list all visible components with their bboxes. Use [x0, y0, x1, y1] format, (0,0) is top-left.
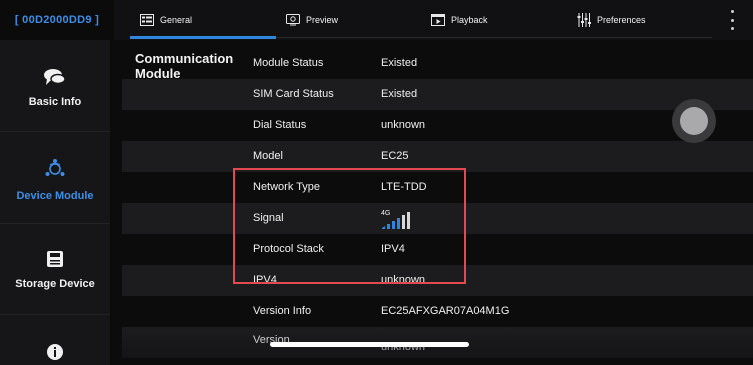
sidebar-item-info[interactable] [0, 343, 110, 361]
tab-playback[interactable]: Playback [431, 0, 488, 40]
row-label: Version Info [253, 305, 312, 317]
sidebar-item-basic-info[interactable]: Basic Info [0, 68, 110, 108]
table-row: Version Info EC25AFXGAR07A04M1G [122, 296, 753, 327]
active-tab-indicator [130, 36, 276, 39]
more-options-icon[interactable] [727, 10, 737, 30]
tab-preview[interactable]: Preview [286, 0, 338, 40]
tab-preferences[interactable]: Preferences [577, 0, 646, 40]
assistive-touch-button[interactable] [672, 99, 716, 143]
row-label: Module Status [253, 57, 324, 69]
tab-general[interactable]: General [140, 0, 192, 40]
row-value: unknown [381, 341, 426, 353]
row-value: EC25AFXGAR07A04M1G [381, 305, 510, 317]
playback-icon [431, 14, 445, 26]
preview-icon [286, 14, 300, 26]
sidebar-item-device-module[interactable]: Device Module [0, 158, 110, 202]
tab-bar: General Preview Playback Preferences [130, 0, 712, 40]
sidebar-item-label: Storage Device [15, 278, 95, 290]
device-id[interactable]: [ 00D2000DD9 ] [0, 0, 114, 40]
sidebar-divider [0, 223, 110, 224]
sidebar-divider [0, 131, 110, 132]
preferences-icon [577, 13, 591, 27]
section-title-text: Communication Module [135, 51, 234, 81]
section-title: Communication Module [135, 51, 245, 81]
sidebar: Basic Info Device Module Storage Device [0, 40, 110, 365]
sidebar-item-label: Basic Info [28, 96, 82, 108]
row-label: Dial Status [253, 119, 307, 131]
tab-preferences-label: Preferences [597, 15, 646, 25]
general-icon [140, 14, 154, 26]
tab-general-label: General [160, 15, 193, 25]
row-label: Version [253, 334, 290, 346]
tab-playback-label: Playback [451, 15, 488, 25]
row-value: Existed [381, 88, 418, 100]
highlight-box [233, 168, 466, 284]
info-icon [47, 344, 63, 360]
sidebar-divider [0, 314, 110, 315]
row-label: SIM Card Status [253, 88, 334, 100]
sidebar-item-label: Device Module [16, 190, 94, 202]
table-row: Dial Status unknown [122, 110, 753, 141]
row-value: Existed [381, 57, 418, 69]
storage-icon [47, 251, 63, 267]
chat-bubbles-icon [44, 69, 66, 85]
device-module-icon [45, 159, 65, 176]
top-bar: [ 00D2000DD9 ] General Preview Playback … [0, 0, 753, 40]
row-value: unknown [381, 119, 426, 131]
home-indicator[interactable] [270, 342, 469, 347]
tab-preview-label: Preview [306, 15, 339, 25]
tab-divider [276, 37, 712, 38]
sidebar-item-storage-device[interactable]: Storage Device [0, 250, 110, 290]
table-row: SIM Card Status Existed [122, 79, 753, 110]
